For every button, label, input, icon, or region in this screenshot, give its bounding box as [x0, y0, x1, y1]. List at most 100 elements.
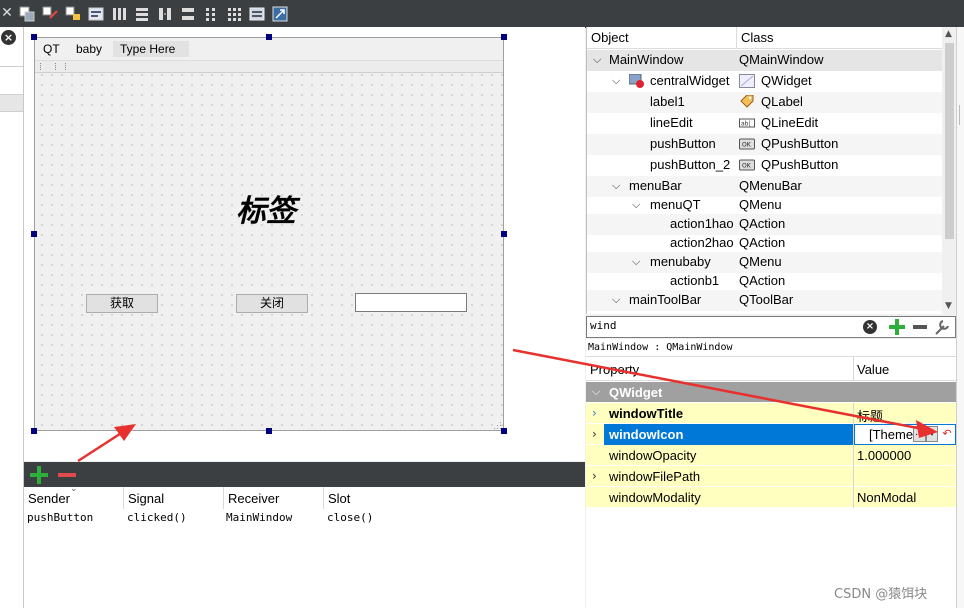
divider — [0, 66, 23, 67]
selection-handle[interactable] — [501, 231, 507, 237]
tree-class-name: QAction — [739, 273, 786, 288]
splitter-handle[interactable] — [959, 105, 964, 125]
selection-handle[interactable] — [31, 34, 37, 40]
reset-property-icon[interactable]: ↶ — [941, 426, 953, 442]
tree-row-actionb1[interactable]: actionb1 QAction — [587, 271, 942, 292]
form-mainwindow[interactable] — [34, 37, 504, 431]
close-icon[interactable]: ✕ — [0, 4, 14, 22]
edit-signals-icon[interactable] — [41, 5, 59, 22]
menu-type-here[interactable]: Type Here — [113, 41, 189, 57]
chevron-right-icon[interactable]: › — [592, 469, 597, 483]
chevron-down-icon[interactable]: ⌵ — [592, 385, 600, 399]
tree-row-centralwidget[interactable]: ⌵ centralWidget QWidget — [587, 71, 942, 92]
add-property-icon[interactable] — [888, 318, 906, 336]
menu-qt[interactable]: QT — [43, 42, 60, 56]
property-group-qwidget[interactable]: ⌵ QWidget — [586, 382, 956, 403]
tree-row-action1hao[interactable]: action1hao QAction — [587, 214, 942, 235]
layout-vsplitter-icon[interactable] — [179, 5, 197, 22]
property-name: windowTitle — [609, 406, 684, 421]
label1[interactable]: 标签 — [236, 186, 296, 230]
line-edit[interactable] — [355, 293, 467, 312]
push-button-get[interactable]: 获取 — [86, 294, 158, 313]
property-row-windowtitle[interactable]: › windowTitle 标题 — [586, 403, 956, 424]
column-header-value[interactable]: Value — [857, 362, 889, 377]
tree-row-menuqt[interactable]: ⌵ menuQT QMenu — [587, 195, 942, 216]
tree-row-mainwindow[interactable]: ⌵ MainWindow QMainWindow — [587, 50, 942, 71]
toolbar-grip — [65, 63, 68, 70]
chevron-down-icon[interactable]: ⌵ — [612, 179, 620, 193]
property-row-windowmodality[interactable]: windowModality NonModal — [586, 487, 956, 508]
selection-handle[interactable] — [266, 428, 272, 434]
layout-vertical-icon[interactable] — [133, 5, 151, 22]
add-icon[interactable] — [29, 465, 49, 485]
toolbar-grip — [55, 63, 58, 70]
scroll-down-icon[interactable]: ▼ — [945, 301, 952, 311]
tree-row-maintoolbar[interactable]: ⌵ mainToolBar QToolBar — [587, 290, 942, 311]
property-value[interactable]: 1.000000 — [857, 448, 911, 463]
chevron-right-icon[interactable]: › — [592, 427, 597, 441]
selection-handle[interactable] — [31, 231, 37, 237]
column-header-class[interactable]: Class — [737, 27, 942, 49]
remove-property-icon[interactable] — [911, 318, 929, 336]
chevron-down-icon[interactable]: ⌵ — [612, 293, 620, 307]
edit-widgets-icon[interactable] — [18, 5, 36, 22]
scrollbar-thumb[interactable] — [945, 43, 954, 239]
edit-tab-order-icon[interactable] — [87, 5, 105, 22]
menu-baby[interactable]: baby — [76, 42, 102, 56]
tree-row-label1[interactable]: label1 QLabel — [587, 92, 942, 113]
vertical-scrollbar[interactable]: ▲ ▼ — [942, 27, 957, 314]
chevron-down-icon[interactable]: ⌵ — [612, 74, 620, 88]
cell-receiver[interactable]: MainWindow — [226, 511, 292, 524]
column-header-object[interactable]: Object — [587, 27, 737, 49]
edit-buddies-icon[interactable] — [64, 5, 82, 22]
column-header-receiver[interactable]: Receiver — [228, 491, 279, 506]
tree-row-pushbutton-2[interactable]: pushButton_2 OK QPushButton — [587, 155, 942, 176]
clear-filter-icon[interactable]: × — [1, 30, 16, 45]
tree-row-action2hao[interactable]: action2hao QAction — [587, 233, 942, 254]
push-button-close[interactable]: 关闭 — [236, 294, 308, 313]
column-header-sender[interactable]: Sender — [28, 491, 70, 506]
chevron-right-icon[interactable]: › — [592, 406, 597, 420]
property-value[interactable]: 标题 — [857, 406, 883, 425]
dropdown-button[interactable]: ▾ — [926, 426, 938, 442]
selection-handle[interactable] — [501, 428, 507, 434]
signal-slot-toolbar — [24, 462, 585, 487]
browse-button[interactable]: ... — [913, 426, 926, 442]
property-row-windowicon[interactable]: › windowIcon [Theme ... ▾ ↶ — [586, 424, 956, 445]
column-header-slot[interactable]: Slot — [328, 491, 350, 506]
property-row-windowfilepath[interactable]: › windowFilePath — [586, 466, 956, 487]
tree-object-name: label1 — [650, 94, 685, 109]
column-separator — [853, 445, 854, 466]
tree-row-pushbutton[interactable]: pushButton OK QPushButton — [587, 134, 942, 155]
selection-handle[interactable] — [266, 34, 272, 40]
adjust-size-icon[interactable] — [271, 5, 289, 22]
break-layout-icon[interactable] — [248, 5, 266, 22]
selection-handle[interactable] — [31, 428, 37, 434]
layout-hsplitter-icon[interactable] — [156, 5, 174, 22]
property-name: windowOpacity — [609, 448, 697, 463]
clear-filter-icon[interactable]: × — [863, 320, 877, 334]
column-header-property[interactable]: Property — [590, 362, 639, 377]
chevron-down-icon[interactable]: ⌵ — [632, 198, 640, 212]
layout-horizontal-icon[interactable] — [110, 5, 128, 22]
property-value[interactable]: NonModal — [857, 490, 916, 505]
widget-box-category[interactable] — [0, 94, 23, 112]
scroll-up-icon[interactable]: ▲ — [945, 29, 952, 39]
cell-sender[interactable]: pushButton — [27, 511, 93, 524]
chevron-down-icon[interactable]: ⌵ — [632, 255, 640, 269]
tree-row-menubaby[interactable]: ⌵ menubaby QMenu — [587, 252, 942, 273]
tree-row-menubar[interactable]: ⌵ menuBar QMenuBar — [587, 176, 942, 197]
cell-signal[interactable]: clicked() — [127, 511, 187, 524]
lineedit-icon: ab| — [739, 118, 755, 128]
chevron-down-icon[interactable]: ⌵ — [593, 53, 601, 67]
remove-icon[interactable] — [57, 465, 77, 485]
tree-class-name: QMainWindow — [739, 52, 824, 67]
layout-form-icon[interactable] — [202, 5, 220, 22]
property-row-windowopacity[interactable]: windowOpacity 1.000000 — [586, 445, 956, 466]
column-header-signal[interactable]: Signal — [128, 491, 164, 506]
wrench-icon[interactable] — [933, 318, 951, 336]
layout-grid-icon[interactable] — [225, 5, 243, 22]
selection-handle[interactable] — [501, 34, 507, 40]
cell-slot[interactable]: close() — [327, 511, 373, 524]
tree-row-lineedit[interactable]: lineEdit ab| QLineEdit — [587, 113, 942, 134]
